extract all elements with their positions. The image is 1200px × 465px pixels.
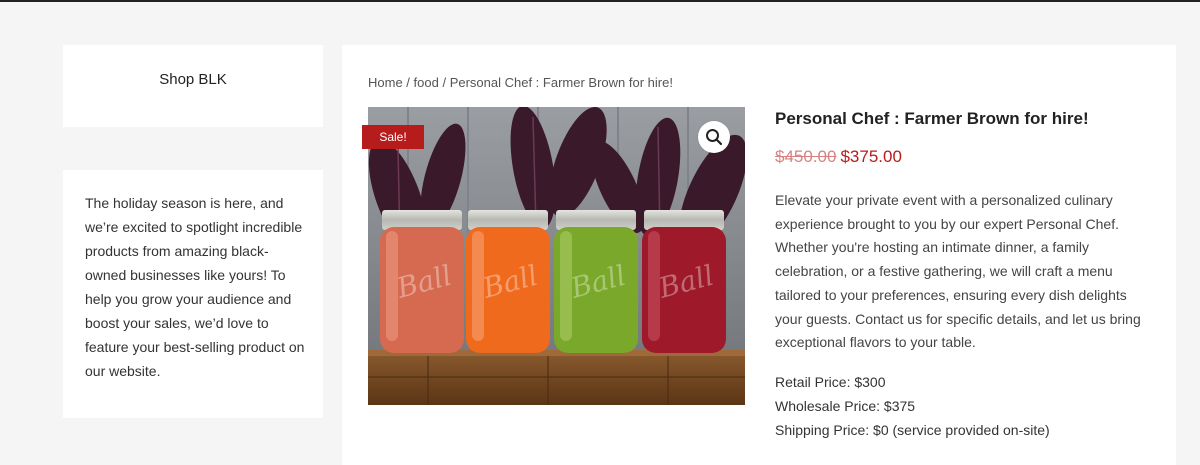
breadcrumb-category[interactable]: food — [414, 75, 439, 90]
juice-jars-photo: Ball Ball Ball Ball — [368, 107, 745, 405]
promo-text: The holiday season is here, and we’re ex… — [85, 195, 305, 379]
magnifier-icon — [706, 129, 723, 146]
product-description: Elevate your private event with a person… — [775, 192, 1141, 351]
wholesale-price: Wholesale Price: $375 — [775, 398, 916, 414]
product-panel: Home / food / Personal Chef : Farmer Bro… — [342, 45, 1176, 465]
top-border — [0, 0, 1200, 2]
price: $450.00 $375.00 — [775, 147, 902, 167]
breadcrumb-home[interactable]: Home — [368, 75, 403, 90]
shop-title[interactable]: Shop BLK — [63, 71, 323, 88]
breadcrumb-separator: / — [402, 75, 414, 90]
sale-price: $375.00 — [840, 147, 902, 166]
product-image[interactable]: Ball Ball Ball Ball — [368, 107, 745, 405]
sale-badge: Sale! — [362, 125, 424, 149]
product-title: Personal Chef : Farmer Brown for hire! — [775, 109, 1089, 128]
breadcrumb-separator: / — [438, 75, 450, 90]
breadcrumb: Home / food / Personal Chef : Farmer Bro… — [368, 75, 673, 90]
breadcrumb-current: Personal Chef : Farmer Brown for hire! — [449, 75, 673, 90]
original-price: $450.00 — [775, 147, 837, 166]
zoom-button[interactable] — [698, 121, 730, 153]
retail-price: Retail Price: $300 — [775, 374, 886, 390]
price-details: Retail Price: $300 Wholesale Price: $375… — [775, 370, 1050, 442]
shop-title-card: Shop BLK — [63, 45, 323, 127]
shipping-price: Shipping Price: $0 (service provided on-… — [775, 422, 1050, 438]
promo-card: The holiday season is here, and we’re ex… — [63, 170, 323, 418]
